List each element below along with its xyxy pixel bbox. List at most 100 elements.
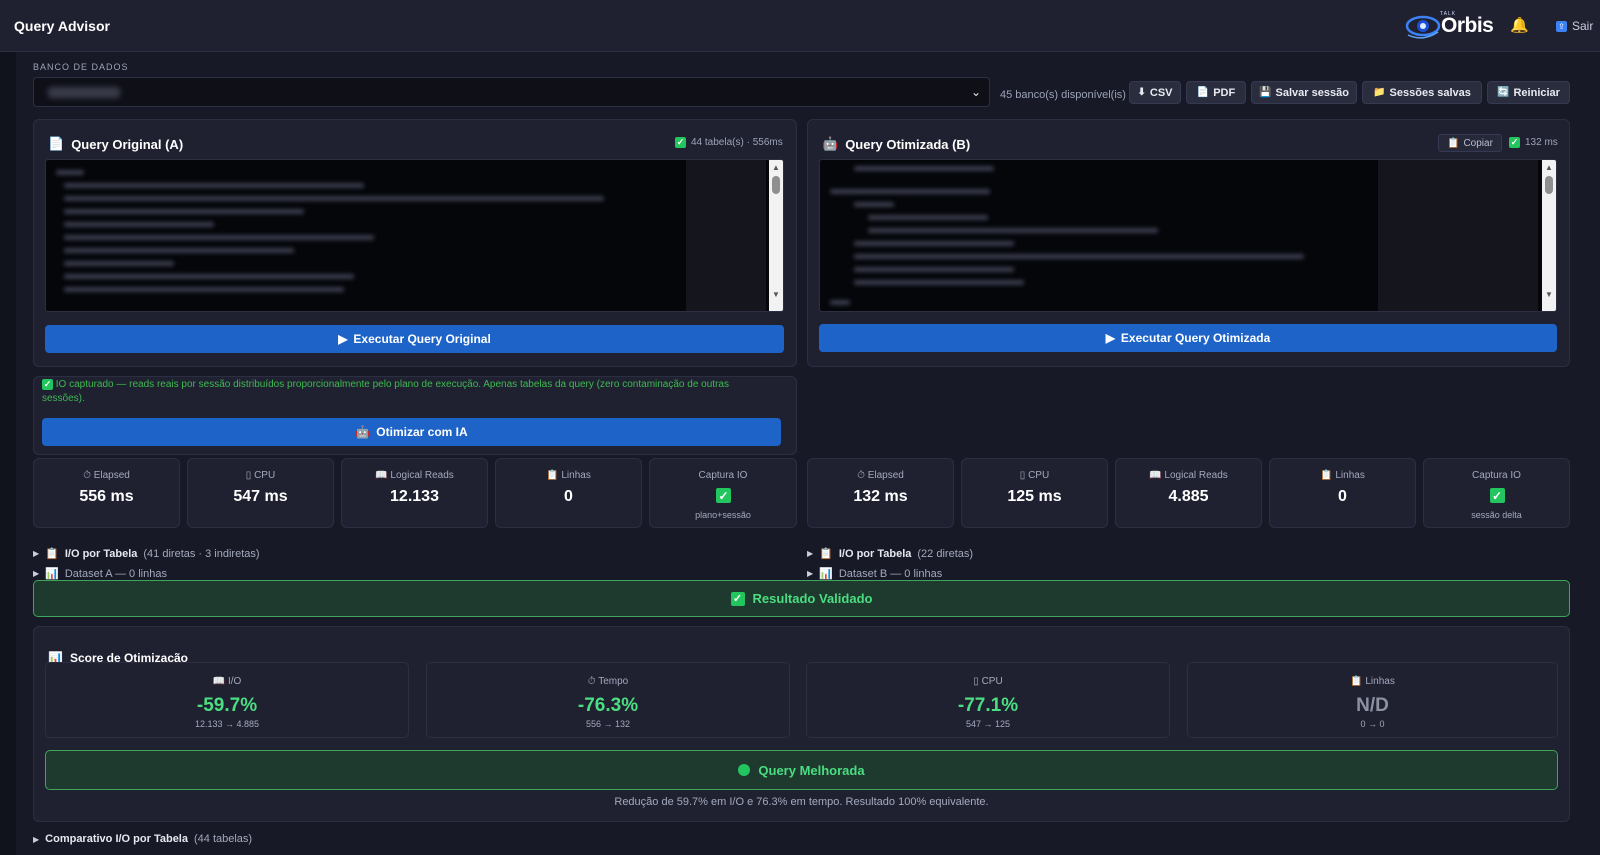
expander-title: Comparativo I/O por Tabela xyxy=(45,833,188,845)
score-sub: 12.133 → 4.885 xyxy=(194,719,260,729)
cpu-icon: ▯ xyxy=(973,676,979,687)
play-icon: ▶ xyxy=(338,332,348,346)
metric-label: Elapsed xyxy=(93,470,130,481)
score-sub: 556 → 132 xyxy=(585,719,631,729)
pdf-button[interactable]: 📄 PDF xyxy=(1186,81,1246,104)
expander-sub: (44 tabelas) xyxy=(193,833,253,845)
triangle-right-icon: ▶ xyxy=(33,549,40,558)
metric-sub: plano+sessão xyxy=(695,510,751,520)
triangle-right-icon: ▶ xyxy=(807,569,814,578)
score-label: I/O xyxy=(227,676,242,687)
expander-sub: (22 diretas) xyxy=(917,547,974,560)
score-value: -76.3% xyxy=(577,695,639,716)
query-original-editor[interactable]: ▲ ▼ xyxy=(45,159,784,312)
check-icon: ✓ xyxy=(42,378,53,390)
optimize-ai-button[interactable]: 🤖 Otimizar com IA xyxy=(42,418,781,446)
left-edge xyxy=(0,52,16,855)
triangle-right-icon: ▶ xyxy=(807,549,814,558)
brand-logo: TALK Orbis xyxy=(1405,10,1494,42)
database-selected-value-redacted xyxy=(48,87,120,98)
logout-button[interactable]: ⇪ Sair xyxy=(1556,19,1593,33)
check-icon: ✓ xyxy=(1489,488,1505,503)
run-original-button[interactable]: ▶ Executar Query Original xyxy=(45,325,784,353)
query-original-scrollbar[interactable]: ▲ ▼ xyxy=(769,160,783,311)
stopwatch-icon: ⏱ xyxy=(83,470,91,481)
brand-name: Orbis xyxy=(1441,14,1494,37)
expander-title: I/O por Tabela xyxy=(64,547,138,560)
metric-value: 0 xyxy=(1338,488,1347,505)
expander-sub: (41 diretas · 3 indiretas) xyxy=(143,547,260,560)
csv-button[interactable]: ⬇ CSV xyxy=(1129,81,1181,104)
io-by-table-b-expander[interactable]: ▶ 📋 I/O por Tabela (22 diretas) xyxy=(807,547,974,561)
metric-a-rows: 📋 Linhas 0 xyxy=(495,458,642,528)
run-optimized-button[interactable]: ▶ Executar Query Otimizada xyxy=(819,324,1557,352)
score-summary: Redução de 59.7% em I/O e 76.3% em tempo… xyxy=(614,796,989,808)
clipboard-icon: 📋 xyxy=(45,548,59,560)
document-icon: 📄 xyxy=(1196,87,1210,98)
score-value: -59.7% xyxy=(196,695,258,716)
metric-value: 547 ms xyxy=(233,488,288,505)
dataset-b-expander[interactable]: ▶ 📊 Dataset B — 0 linhas xyxy=(807,567,943,581)
database-label: BANCO DE DADOS xyxy=(33,62,129,72)
metric-label: Captura IO xyxy=(698,470,748,481)
robot-icon: 🤖 xyxy=(355,425,371,439)
scroll-down-icon[interactable]: ▼ xyxy=(1545,290,1553,299)
book-icon: 📖 xyxy=(212,676,226,687)
scroll-up-icon[interactable]: ▲ xyxy=(772,163,780,172)
scroll-up-icon[interactable]: ▲ xyxy=(1545,163,1553,172)
saved-sessions-button[interactable]: 📁 Sessões salvas xyxy=(1362,81,1482,104)
check-icon: ✓ xyxy=(675,137,686,148)
app-title: Query Advisor xyxy=(14,18,110,34)
io-by-table-a-expander[interactable]: ▶ 📋 I/O por Tabela (41 diretas · 3 indir… xyxy=(33,547,260,561)
io-capture-note-text: IO capturado — reads reais por sessão di… xyxy=(42,379,729,404)
clipboard-icon: 📋 xyxy=(1447,137,1460,149)
result-validated-label: Resultado Validado xyxy=(752,591,873,606)
download-icon: ⬇ xyxy=(1137,87,1146,98)
metric-label: Logical Reads xyxy=(390,470,454,481)
score-io-card: 📖 I/O -59.7% 12.133 → 4.885 xyxy=(45,662,409,738)
pdf-label: PDF xyxy=(1213,86,1236,99)
metric-a-elapsed: ⏱ Elapsed 556 ms xyxy=(33,458,180,528)
metric-value: 12.133 xyxy=(390,488,439,505)
clipboard-icon: 📋 xyxy=(1350,676,1363,687)
score-cpu-card: ▯ CPU -77.1% 547 → 125 xyxy=(806,662,1170,738)
io-comparison-expander[interactable]: ▶ Comparativo I/O por Tabela (44 tabelas… xyxy=(33,833,252,845)
database-select[interactable]: ⌄ xyxy=(33,77,990,107)
saved-sessions-label: Sessões salvas xyxy=(1389,86,1471,99)
expander-title: Dataset A — 0 linhas xyxy=(64,567,167,580)
floppy-disk-icon: 💾 xyxy=(1259,87,1272,98)
scroll-thumb[interactable] xyxy=(772,176,780,194)
scroll-down-icon[interactable]: ▼ xyxy=(772,290,780,299)
score-value: -77.1% xyxy=(957,695,1019,716)
query-original-title: 📄 Query Original (A) xyxy=(48,136,183,152)
restart-label: Reiniciar xyxy=(1513,86,1560,99)
restart-button[interactable]: 🔄 Reiniciar xyxy=(1487,81,1570,104)
query-optimized-title: 🤖 Query Otimizada (B) xyxy=(822,136,970,152)
save-session-button[interactable]: 💾 Salvar sessão xyxy=(1251,81,1357,104)
stopwatch-icon: ⏱ xyxy=(857,470,865,481)
dataset-a-expander[interactable]: ▶ 📊 Dataset A — 0 linhas xyxy=(33,567,167,581)
scroll-thumb[interactable] xyxy=(1545,176,1553,194)
copy-button[interactable]: 📋 Copiar xyxy=(1438,134,1502,152)
green-dot-icon xyxy=(738,764,751,776)
metric-label: Linhas xyxy=(561,470,591,481)
result-validated-banner: ✓ Resultado Validado xyxy=(33,580,1570,617)
book-icon: 📖 xyxy=(375,470,388,481)
metric-a-logical-reads: 📖 Logical Reads 12.133 xyxy=(341,458,488,528)
metric-b-cpu: ▯ CPU 125 ms xyxy=(961,458,1108,528)
metric-label: Logical Reads xyxy=(1164,470,1228,481)
query-optimized-scrollbar[interactable]: ▲ ▼ xyxy=(1542,160,1556,311)
page-icon: 📄 xyxy=(48,136,65,151)
expander-title: Dataset B — 0 linhas xyxy=(838,567,943,580)
query-optimized-editor[interactable]: ▲ ▼ xyxy=(819,159,1557,312)
expander-title: I/O por Tabela xyxy=(838,547,912,560)
query-optimized-title-text: Query Otimizada (B) xyxy=(845,136,971,152)
notifications-bell-icon[interactable]: 🔔 xyxy=(1510,16,1529,34)
metric-label: Linhas xyxy=(1335,470,1365,481)
cpu-icon: ▯ xyxy=(245,470,252,481)
save-session-label: Salvar sessão xyxy=(1275,86,1349,99)
logout-icon: ⇪ xyxy=(1556,20,1567,32)
triangle-right-icon: ▶ xyxy=(33,834,40,844)
metric-b-rows: 📋 Linhas 0 xyxy=(1269,458,1416,528)
copy-label: Copiar xyxy=(1463,137,1493,149)
